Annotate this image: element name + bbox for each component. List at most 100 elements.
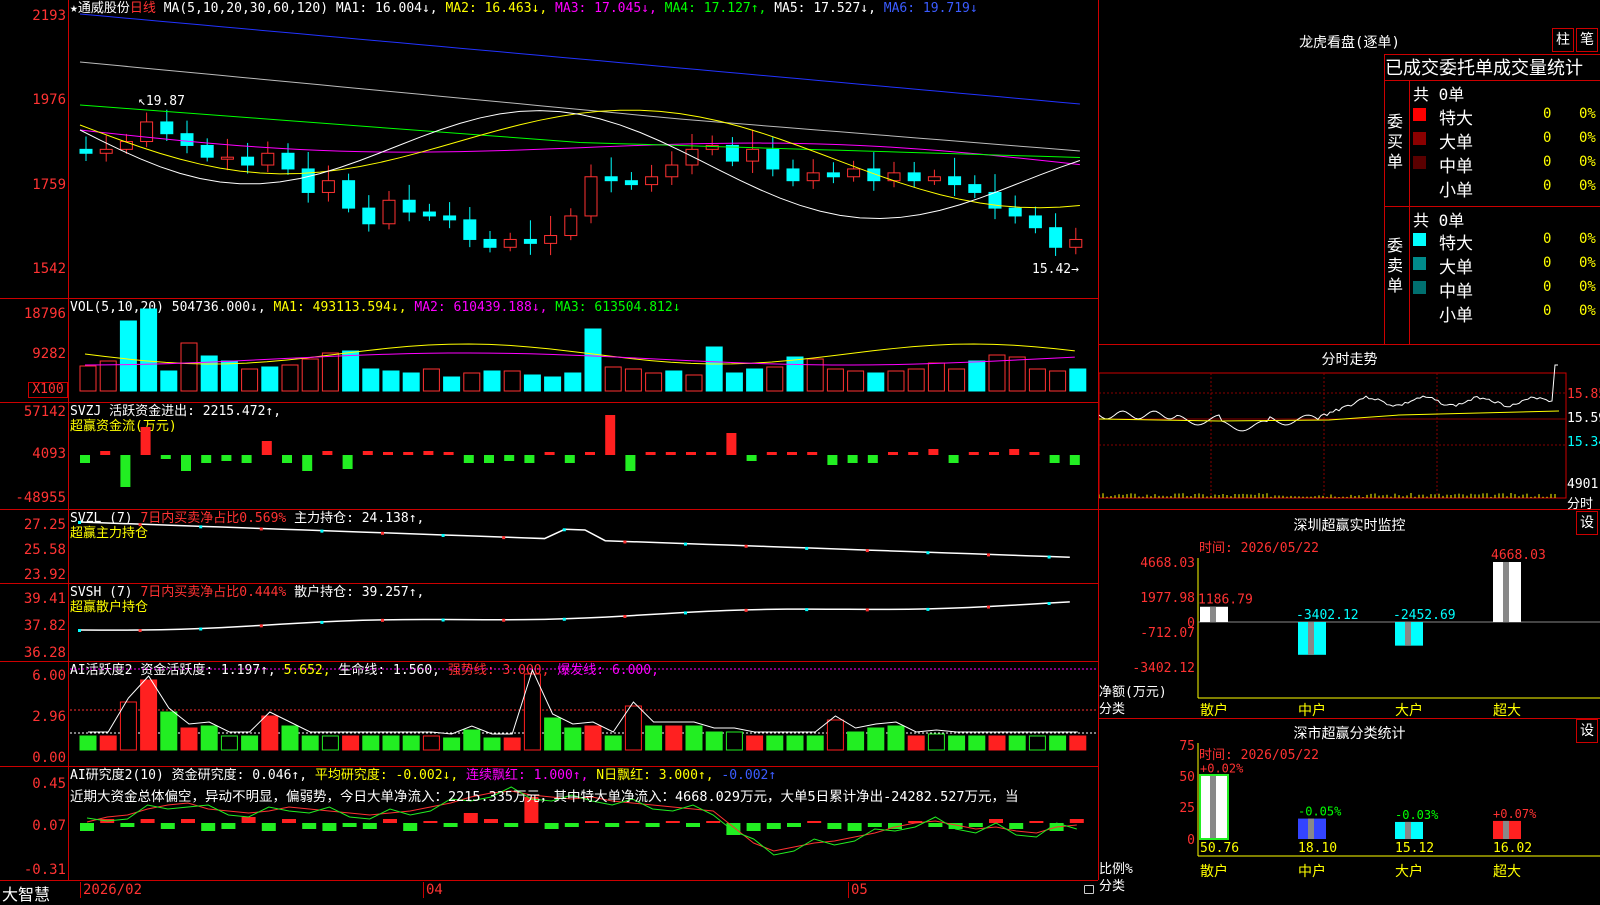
ai-research-axis-tick: 0.07 [32,818,66,834]
activity-bar [241,735,259,751]
candle-body [402,199,416,213]
order-size-label: 中单 [1439,157,1473,177]
svzj-chart[interactable] [0,403,1098,509]
order-size-percent: 0% [1579,255,1596,271]
sz-class-category: 大户 [1395,863,1423,880]
intraday-axis-tick: 15.85 [1567,387,1600,402]
holding-line [79,601,1070,631]
volume-bar [382,370,400,392]
svsh-pane[interactable]: SVSH (7) 7日内买卖净占比0.444% 散户持仓: 39.257↑, 超… [0,584,1098,662]
volume-bar [463,372,481,392]
research-bar [847,823,862,831]
volume-bar [907,368,925,392]
research-bar [160,823,175,829]
volume-bar [544,376,562,392]
color-swatch [1413,180,1426,193]
order-size-label: 特大 [1439,109,1473,129]
candle-body [927,176,941,182]
volume-bar [604,366,622,392]
volume-bar [422,368,440,392]
candle-body [382,199,396,225]
candle-body [685,148,699,166]
sz-monitor-bar-shade [1210,606,1216,622]
order-size-percent: 0% [1579,154,1596,170]
holding-dot [441,533,445,537]
activity-bar [79,735,97,751]
flow-bar [524,455,535,463]
sz-class-axis-tick: 25 [1179,801,1195,816]
volume-pane[interactable]: VOL(5,10,20) 504736.000↓, MA1: 493113.59… [0,299,1098,403]
volume-bar [261,366,279,392]
intraday-chart[interactable] [1099,345,1600,509]
order-size-count: 0 [1543,130,1552,146]
ai-activity-chart[interactable] [0,662,1098,766]
volume-bar [927,362,945,392]
candle-body [483,238,497,248]
candle-body [806,172,820,182]
sz-monitor-bar-label: 1186.79 [1198,593,1253,608]
volume-bar [1049,370,1067,392]
svzl-chart[interactable] [0,510,1098,583]
activity-bar [746,735,764,751]
flow-bar [625,455,636,471]
ai-research-chart[interactable] [0,767,1098,880]
kline-chart[interactable] [0,0,1098,298]
bar-view-button[interactable]: 柱 [1552,28,1574,52]
flow-bar [221,455,232,461]
volume-bar [402,372,420,392]
research-bar [342,823,357,827]
intraday-panel[interactable]: 分时走势 15.85 15.59 15.34 4901 分时 [1099,345,1600,512]
order-size-row: 大单 0 0% [1413,253,1600,278]
holding-dot [987,605,990,609]
holding-dot [684,611,687,615]
flow-bar [665,452,676,455]
candle-body [826,172,840,178]
volume-bar [847,370,865,392]
color-swatch [1413,233,1426,246]
svzl-pane[interactable]: SVZL (7) 7日内买卖净占比0.569% 主力持仓: 24.138↑, 超… [0,510,1098,584]
order-size-label: 大单 [1439,133,1473,153]
ai-activity-pane[interactable]: AI活跃度2 资金活跃度: 1.197↑, 5.652, 生命线: 1.560,… [0,662,1098,767]
sz-class-category: 中户 [1298,863,1326,880]
activity-bar [564,727,582,751]
candle-body [786,168,800,182]
flow-bar [403,452,414,455]
svzj-pane[interactable]: SVZJ 活跃资金进出: 2215.472↑, 超赢资金流(万元) 57142 … [0,403,1098,510]
ai-research-pane[interactable]: AI研究度2(10) 资金研究度: 0.046↑, 平均研究度: -0.002↓… [0,767,1098,881]
research-bar [463,813,478,823]
flow-bar [302,455,313,471]
order-size-count: 0 [1543,106,1552,122]
research-bar [989,819,1003,823]
holding-line [79,521,1070,559]
activity-bar [766,735,784,751]
research-bar [484,819,498,823]
volume-chart[interactable] [0,299,1098,402]
order-size-label: 特大 [1439,234,1473,254]
sz-class-category: 超大 [1493,864,1521,880]
activity-bar [867,727,885,751]
holding-dot [623,540,627,544]
activity-bar [523,673,541,751]
tick-view-button[interactable]: 笔 [1576,28,1598,52]
volume-bar [948,368,966,392]
order-size-percent: 0% [1579,231,1596,247]
flow-bar [362,451,373,455]
date-axis: 大智慧 2026/02 04 05 [0,881,1098,904]
sell-label: 委卖单 [1387,236,1404,295]
activity-bar [1028,735,1046,751]
sz-monitor-xlabel: 分类 [1099,702,1126,717]
svsh-chart[interactable] [0,584,1098,661]
order-size-count: 0 [1543,303,1552,319]
research-bar [181,819,195,823]
candle-body [584,176,598,217]
kline-pane[interactable]: ★通威股份日线 MA(5,10,20,30,60,120) MA1: 16.00… [0,0,1098,299]
sz-monitor-bar-shade [1405,622,1411,646]
holding-dot [987,553,990,557]
activity-bar [200,725,218,751]
flow-bar [968,452,979,455]
candle-body [1028,215,1042,229]
intraday-axis-tick: 15.59 [1567,411,1600,426]
lock-icon[interactable] [1084,885,1094,894]
volume-bar [220,360,238,392]
sz-class-change-label: -0.03% [1395,808,1439,822]
